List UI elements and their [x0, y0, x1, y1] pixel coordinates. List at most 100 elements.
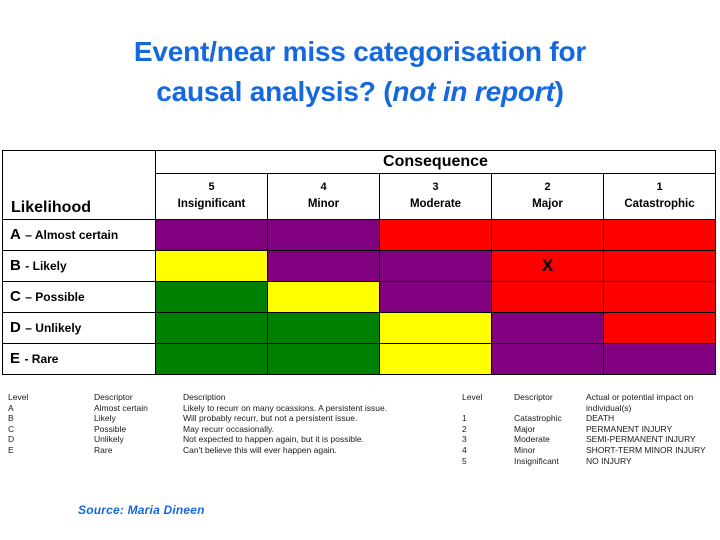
- likelihood-legend: Level Descriptor Description A Almost ce…: [8, 392, 438, 456]
- likelihood-legend-descriptor: Almost certain: [94, 402, 148, 413]
- likelihood-legend-description: Not expected to happen again, but it is …: [183, 434, 364, 445]
- likelihood-header-cell: Likelihood: [2, 150, 156, 220]
- consequence-legend-header-impact: Actual or potential impact on individual…: [586, 392, 694, 413]
- matrix-cell-a4[interactable]: [267, 219, 380, 251]
- page-title-line-2: causal analysis? (not in report): [0, 72, 720, 112]
- likelihood-legend-row: B Likely Will probably recurr, but not a…: [8, 413, 438, 424]
- consequence-column-5: 5 Insignificant: [155, 173, 268, 220]
- consequence-legend-level: 5: [462, 455, 467, 466]
- matrix-cell-e3[interactable]: [379, 343, 492, 375]
- likelihood-row-b-letter: B: [10, 257, 21, 274]
- matrix-cell-e1[interactable]: [603, 343, 716, 375]
- likelihood-row-a-text: – Almost certain: [25, 228, 119, 242]
- likelihood-legend-descriptor: Likely: [94, 413, 116, 424]
- matrix-cell-c5[interactable]: [155, 281, 268, 313]
- consequence-legend-level: 4: [462, 444, 467, 455]
- likelihood-legend-header-description: Description: [183, 392, 226, 402]
- consequence-legend-impact: SHORT-TERM MINOR INJURY: [586, 444, 706, 455]
- consequence-legend-impact: NO INJURY: [586, 455, 632, 466]
- matrix-cell-a3[interactable]: [379, 219, 492, 251]
- matrix-cell-d3[interactable]: [379, 312, 492, 344]
- matrix-cell-b5[interactable]: [155, 250, 268, 282]
- consequence-column-4-name: Minor: [307, 198, 340, 211]
- likelihood-legend-row: D Unlikely Not expected to happen again,…: [8, 434, 438, 445]
- likelihood-row-c-label: C – Possible: [2, 281, 156, 313]
- likelihood-legend-row: C Possible May recurr occasionally.: [8, 424, 438, 435]
- consequence-column-1-name: Catastrophic: [624, 198, 695, 211]
- matrix-cell-d2[interactable]: [491, 312, 604, 344]
- matrix-cell-b1[interactable]: [603, 250, 716, 282]
- consequence-legend-header-level: Level: [462, 392, 483, 402]
- matrix-cell-e2[interactable]: [491, 343, 604, 375]
- consequence-legend-level: 1: [462, 413, 467, 424]
- likelihood-row-c-text: – Possible: [25, 290, 85, 304]
- likelihood-legend-description: May recurr occasionally.: [183, 423, 275, 434]
- risk-matrix-table: Likelihood Consequence 5 Insignificant 4…: [2, 149, 716, 375]
- consequence-legend-table: Level Descriptor Actual or potential imp…: [462, 392, 712, 466]
- matrix-header-row-1: Likelihood Consequence: [2, 149, 716, 220]
- matrix-cell-a5[interactable]: [155, 219, 268, 251]
- page-title-line-1: Event/near miss categorisation for: [133, 36, 587, 67]
- likelihood-row-e-label: E - Rare: [2, 343, 156, 375]
- matrix-cell-b3[interactable]: [379, 250, 492, 282]
- likelihood-legend-row: A Almost certain Likely to recurr on man…: [8, 403, 438, 414]
- likelihood-legend-descriptor: Possible: [94, 423, 127, 434]
- consequence-column-2-name: Major: [532, 198, 563, 211]
- matrix-cell-b4[interactable]: [267, 250, 380, 282]
- consequence-column-4: 4 Minor: [267, 173, 380, 220]
- source-attribution: Source: Maria Dineen: [78, 503, 205, 517]
- matrix-cell-e4[interactable]: [267, 343, 380, 375]
- likelihood-row-c-letter: C: [10, 288, 21, 305]
- likelihood-row-e-letter: E: [10, 350, 21, 367]
- matrix-row-c: C – Possible: [2, 281, 716, 313]
- consequence-column-3: 3 Moderate: [379, 173, 492, 220]
- matrix-cell-a1[interactable]: [603, 219, 716, 251]
- consequence-legend-row: 3 Moderate SEMI-PERMANENT INJURY: [462, 434, 712, 445]
- likelihood-legend-description: Can't believe this will ever happen agai…: [183, 444, 337, 455]
- consequence-legend-descriptor: Catastrophic: [514, 413, 562, 424]
- consequence-legend-header-descriptor: Descriptor: [514, 392, 553, 402]
- consequence-column-5-name: Insignificant: [177, 198, 246, 211]
- matrix-cell-c1[interactable]: [603, 281, 716, 313]
- matrix-cell-d1[interactable]: [603, 312, 716, 344]
- likelihood-row-d-label: D – Unlikely: [2, 312, 156, 344]
- likelihood-legend-descriptor: Unlikely: [94, 434, 124, 445]
- consequence-column-3-name: Moderate: [409, 198, 462, 211]
- likelihood-legend-level: E: [8, 444, 14, 455]
- matrix-cell-c3[interactable]: [379, 281, 492, 313]
- matrix-cell-b2-marked[interactable]: X: [491, 250, 604, 282]
- likelihood-legend-descriptor: Rare: [94, 444, 113, 455]
- consequence-legend-descriptor: Insignificant: [514, 455, 559, 466]
- consequence-column-4-number: 4: [320, 181, 327, 194]
- page-title-line-2-tail: ): [554, 75, 564, 107]
- matrix-cell-d5[interactable]: [155, 312, 268, 344]
- page-title: Event/near miss categorisation for causa…: [0, 32, 720, 112]
- matrix-row-a: A – Almost certain: [2, 219, 716, 251]
- page-title-line-2-plain: causal analysis? (: [156, 75, 393, 107]
- consequence-legend-row: 4 Minor SHORT-TERM MINOR INJURY: [462, 445, 712, 456]
- matrix-row-b: B - Likely X: [2, 250, 716, 282]
- likelihood-legend-description: Likely to recurr on many ocassions. A pe…: [183, 402, 388, 413]
- consequence-legend-row: 2 Major PERMANENT INJURY: [462, 424, 712, 435]
- likelihood-row-a-letter: A: [10, 226, 21, 243]
- matrix-cell-a2[interactable]: [491, 219, 604, 251]
- matrix-cell-c2[interactable]: [491, 281, 604, 313]
- likelihood-header-label: Likelihood: [11, 199, 91, 216]
- matrix-cell-d4[interactable]: [267, 312, 380, 344]
- consequence-legend-level: 3: [462, 434, 467, 445]
- likelihood-legend-header-level: Level: [8, 392, 29, 402]
- consequence-legend-descriptor: Moderate: [514, 434, 550, 445]
- likelihood-row-e-text: - Rare: [24, 352, 59, 366]
- matrix-row-e: E - Rare: [2, 343, 716, 375]
- matrix-cell-e5[interactable]: [155, 343, 268, 375]
- consequence-legend-impact: SEMI-PERMANENT INJURY: [586, 434, 696, 445]
- consequence-header-cell: Consequence: [155, 149, 716, 175]
- consequence-column-5-number: 5: [208, 181, 215, 194]
- consequence-legend-row: 1 Catastrophic DEATH: [462, 413, 712, 424]
- matrix-cell-c4[interactable]: [267, 281, 380, 313]
- consequence-legend-impact: DEATH: [586, 413, 615, 424]
- likelihood-legend-header-row: Level Descriptor Description: [8, 392, 438, 403]
- page-title-line-2-italic: not in report: [392, 75, 555, 107]
- consequence-legend-row: 5 Insignificant NO INJURY: [462, 456, 712, 467]
- consequence-column-1: 1 Catastrophic: [603, 173, 716, 220]
